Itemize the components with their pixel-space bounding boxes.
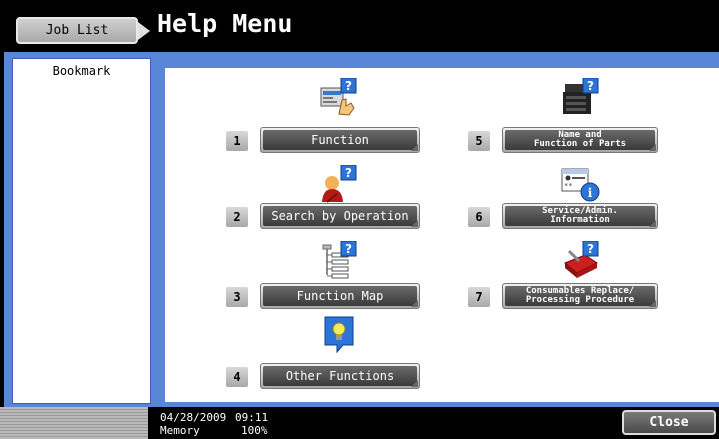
status-gray-panel xyxy=(0,407,148,439)
status-memory-value: 100% xyxy=(241,424,268,437)
help-content: ? ? ? ? ** i ? 1 Function 2 Search by Op… xyxy=(165,68,719,402)
svg-text:?: ? xyxy=(345,79,352,93)
menu-number-2: 2 xyxy=(226,207,248,227)
job-list-button[interactable]: Job List xyxy=(16,17,150,44)
consumables-replace-button-label: Consumables Replace/ Processing Procedur… xyxy=(505,286,655,306)
name-function-parts-button-label: Name and Function of Parts xyxy=(505,130,655,150)
bookmark-tab[interactable]: Bookmark xyxy=(12,58,151,404)
other-functions-icon xyxy=(324,316,354,353)
status-time: 09:11 xyxy=(235,411,269,424)
search-by-operation-button-label: Search by Operation xyxy=(263,206,417,226)
function-map-button[interactable]: Function Map xyxy=(260,283,420,309)
function-button[interactable]: Function xyxy=(260,127,420,153)
status-date: 04/28/2009 xyxy=(160,411,227,424)
bookmark-label: Bookmark xyxy=(52,64,111,78)
function-map-icon: ? xyxy=(322,241,357,279)
other-functions-button[interactable]: Other Functions xyxy=(260,363,420,389)
menu-number-7: 7 xyxy=(468,287,490,307)
menu-number-4: 4 xyxy=(226,367,248,387)
svg-text:i: i xyxy=(588,186,593,200)
svg-text:?: ? xyxy=(345,166,352,180)
status-memory-label: Memory xyxy=(160,424,200,437)
service-admin-info-button[interactable]: Service/Admin. Information xyxy=(502,203,658,229)
function-button-label: Function xyxy=(263,130,417,150)
page-title: Help Menu xyxy=(157,9,293,38)
svg-text:?: ? xyxy=(587,242,594,256)
menu-number-5: 5 xyxy=(468,131,490,151)
menu-number-3: 3 xyxy=(226,287,248,307)
close-button[interactable]: Close xyxy=(622,410,716,435)
consumables-replace-button[interactable]: Consumables Replace/ Processing Procedur… xyxy=(502,283,658,309)
svg-text:**: ** xyxy=(564,182,572,190)
search-by-operation-button[interactable]: Search by Operation xyxy=(260,203,420,229)
menu-number-6: 6 xyxy=(468,207,490,227)
menu-number-1: 1 xyxy=(226,131,248,151)
search-operation-icon: ? xyxy=(322,165,357,203)
function-icon: ? xyxy=(320,78,357,116)
consumables-icon: ? xyxy=(564,241,599,278)
service-info-icon: ** i xyxy=(561,168,600,202)
other-functions-button-label: Other Functions xyxy=(263,366,417,386)
parts-icon: ? xyxy=(563,78,599,114)
service-admin-info-button-label: Service/Admin. Information xyxy=(505,206,655,226)
svg-text:?: ? xyxy=(345,242,352,256)
svg-text:?: ? xyxy=(587,79,594,93)
function-map-button-label: Function Map xyxy=(263,286,417,306)
name-function-parts-button[interactable]: Name and Function of Parts xyxy=(502,127,658,153)
